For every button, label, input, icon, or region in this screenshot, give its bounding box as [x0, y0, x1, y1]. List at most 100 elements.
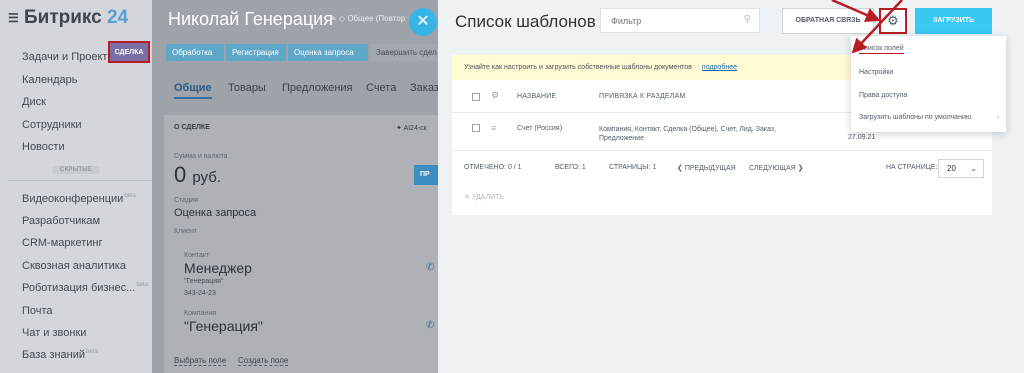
row-binding: Компания, Контакт, Сделка (Общее), Счет,…: [599, 126, 777, 142]
prev-page-label: ПРЕДЫДУЩАЯ: [684, 165, 736, 172]
pages-count: СТРАНИЦЫ: 1: [609, 164, 657, 171]
create-field-link[interactable]: Создать поле: [238, 356, 289, 366]
hidden-section-label[interactable]: СКРЫТЫЕ: [52, 166, 101, 174]
chevron-right-icon: ❯: [795, 165, 804, 172]
contact-label: Контакт: [184, 252, 210, 259]
row-date: 27.09.21: [848, 134, 876, 141]
ai-scoring[interactable]: ✦ AI24-ск: [396, 124, 427, 132]
brand-logo[interactable]: ☰ Битрикс 24: [8, 7, 128, 29]
amount-label: Сумма и валюта: [174, 153, 228, 160]
tab-orders[interactable]: Заказ: [410, 82, 439, 94]
ai-scoring-label: AI24-ск: [403, 125, 427, 132]
stage-label: Стадия: [174, 197, 198, 204]
grid-footer: ОТМЕЧЕНО: 0 / 1 ВСЕГО: 1 СТРАНИЦЫ: 1 ❮ П…: [452, 150, 992, 183]
sidebar-item-label: Роботизация бизнес...: [22, 282, 136, 294]
menu-item-settings[interactable]: Настройки: [859, 69, 893, 76]
column-binding[interactable]: ПРИВЯЗКА К РАЗДЕЛАМ: [599, 93, 686, 100]
phone-icon[interactable]: ✆: [426, 262, 434, 273]
deal-category-tag[interactable]: ✎ ◇ Общее (Повтор: [330, 14, 405, 23]
deal-title[interactable]: Николай Генерация: [168, 9, 333, 30]
stage-processing[interactable]: Обработка: [166, 44, 224, 61]
left-sidebar: ☰ Битрикс 24 Задачи и Проекты Календарь Д…: [0, 0, 152, 373]
chevron-down-icon: ⌄: [970, 164, 977, 173]
deal-page: Николай Генерация ✎ ◇ Общее (Повтор Обра…: [152, 0, 440, 373]
chevron-left-icon: ❮: [677, 165, 685, 172]
sidebar-item-calendar[interactable]: Календарь: [22, 74, 78, 86]
company-name[interactable]: "Генерация": [184, 318, 263, 334]
feedback-button[interactable]: ОБРАТНАЯ СВЯЗЬ: [782, 8, 874, 34]
sidebar-item-label: Разработчикам: [22, 215, 101, 227]
menu-icon[interactable]: ☰: [8, 11, 19, 25]
info-more-link[interactable]: подробнее: [702, 64, 737, 71]
stage-value: Оценка запроса: [174, 207, 257, 219]
sidebar-item-videoconf[interactable]: Видеоконференцииbeta: [22, 193, 136, 205]
phone-icon[interactable]: ✆: [426, 320, 434, 331]
sidebar-item-analytics[interactable]: Сквозная аналитика: [22, 260, 126, 272]
filter-field[interactable]: ⚲: [600, 8, 760, 33]
sidebar-item-mail[interactable]: Почта: [22, 305, 53, 317]
chevron-right-icon: ›: [997, 114, 1000, 121]
sidebar-item-knowledge[interactable]: База знанийbeta: [22, 349, 98, 361]
brand-number: 24: [107, 7, 129, 28]
contact-company: "Генерация": [184, 278, 224, 285]
upload-button[interactable]: ЗАГРУЗИТЬ: [915, 8, 992, 34]
search-icon[interactable]: ⚲: [744, 14, 751, 25]
sidebar-item-news[interactable]: Новости: [22, 141, 65, 153]
menu-item-label: Загрузить шаблоны по умолчанию: [859, 114, 972, 121]
sidebar-item-chat[interactable]: Чат и звонки: [22, 327, 86, 339]
amount-value: 0 руб.: [174, 162, 221, 188]
sidebar-item-robotization[interactable]: Роботизация бизнес...beta: [22, 282, 148, 294]
tab-goods[interactable]: Товары: [228, 82, 266, 94]
row-name[interactable]: Счет (Россия): [517, 125, 562, 132]
close-icon[interactable]: ✕: [409, 8, 437, 36]
sidebar-item-tasks[interactable]: Задачи и Проекты: [22, 51, 115, 63]
delete-button[interactable]: ✕ УДАЛИТЬ: [464, 193, 504, 201]
tab-invoices[interactable]: Счета: [366, 82, 396, 94]
amount-number: 0: [174, 162, 187, 187]
deal-action-button[interactable]: ПР: [414, 165, 438, 185]
column-name[interactable]: НАЗВАНИЕ: [517, 93, 556, 100]
row-checkbox[interactable]: [472, 124, 480, 132]
amount-currency: руб.: [192, 169, 221, 186]
sidebar-item-label: Почта: [22, 305, 53, 317]
beta-tag: beta: [124, 193, 137, 200]
row-menu-icon[interactable]: ≡: [491, 123, 496, 133]
slider-title: Список шаблонов: [455, 12, 596, 31]
gear-icon[interactable]: ⚙: [879, 8, 907, 34]
beta-tag: beta: [86, 349, 98, 356]
per-page-label: НА СТРАНИЦЕ:: [886, 164, 938, 171]
menu-item-fields-list[interactable]: Список полей: [859, 45, 904, 54]
sidebar-item-label: CRM-маркетинг: [22, 237, 103, 249]
deal-category-label: Общее (Повтор: [347, 14, 406, 23]
sidebar-item-developers[interactable]: Разработчикам: [22, 215, 100, 227]
settings-menu: Список полей Настройки Права доступа Заг…: [851, 36, 1006, 132]
stage-registration[interactable]: Регистрация: [226, 44, 286, 61]
select-all-checkbox[interactable]: [472, 93, 480, 101]
menu-item-access-rights[interactable]: Права доступа: [859, 92, 907, 99]
sidebar-item-crm-marketing[interactable]: CRM-маркетинг: [22, 237, 102, 249]
stage-evaluation[interactable]: Оценка запроса: [288, 44, 368, 61]
selected-count: ОТМЕЧЕНО: 0 / 1: [464, 164, 522, 171]
beta-tag: beta: [136, 282, 148, 289]
per-page-value: 20: [947, 164, 956, 173]
select-field-link[interactable]: Выбрать поле: [174, 356, 227, 366]
total-count: ВСЕГО: 1: [555, 164, 586, 171]
deal-badge[interactable]: СДЕЛКА: [108, 41, 150, 63]
tab-offers[interactable]: Предложения: [282, 82, 353, 94]
sidebar-item-label: Чат и звонки: [22, 327, 87, 339]
column-settings-icon[interactable]: ⚙: [491, 90, 499, 101]
sidebar-item-disk[interactable]: Диск: [22, 96, 46, 108]
contact-name[interactable]: Менеджер: [184, 260, 252, 276]
per-page-select[interactable]: 20 ⌄: [938, 159, 984, 178]
menu-item-load-defaults[interactable]: Загрузить шаблоны по умолчанию ›: [859, 114, 999, 121]
brand-name: Битрикс: [24, 7, 102, 28]
stage-finish[interactable]: Завершить сдел: [370, 44, 438, 61]
next-page-link[interactable]: СЛЕДУЮЩАЯ ❯: [749, 164, 804, 172]
prev-page-link[interactable]: ❮ ПРЕДЫДУЩАЯ: [677, 164, 736, 172]
sidebar-item-label: База знаний: [22, 349, 86, 361]
tab-general[interactable]: Общие: [174, 82, 212, 99]
sidebar-item-label: Сквозная аналитика: [22, 260, 126, 272]
filter-input[interactable]: [601, 9, 741, 32]
sidebar-item-employees[interactable]: Сотрудники: [22, 119, 82, 131]
company-label: Компания: [184, 310, 217, 317]
